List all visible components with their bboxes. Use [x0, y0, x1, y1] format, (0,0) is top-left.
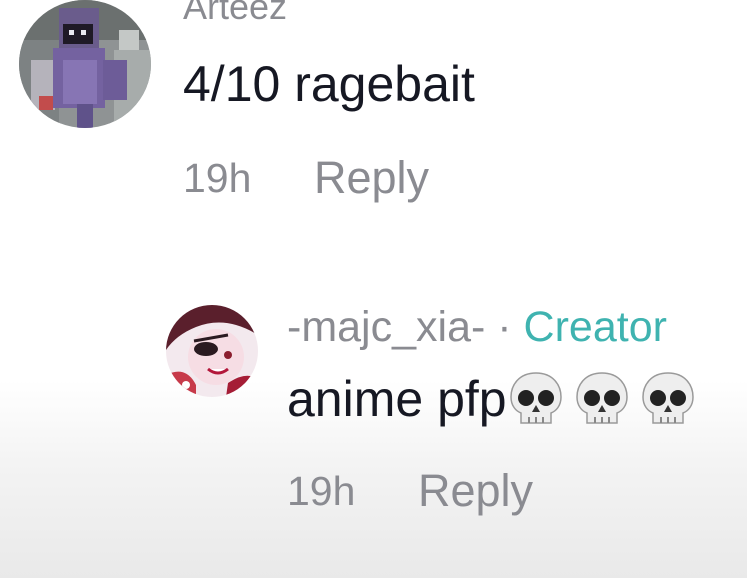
comment-text-line: anime pfp [287, 370, 705, 428]
skull-icon [573, 370, 631, 428]
reply-button[interactable]: Reply [418, 465, 533, 517]
comment-timestamp: 19h [287, 468, 356, 514]
separator: · [497, 303, 512, 351]
anime-character-avatar-icon [166, 305, 258, 397]
comment-username-line: -majc_xia- · Creator [287, 303, 667, 352]
avatar[interactable] [19, 0, 151, 128]
pixel-character-avatar-icon [19, 0, 151, 128]
comment-timestamp: 19h [183, 155, 252, 201]
comment-text: anime pfp [287, 371, 507, 427]
comment-arteez: Arteez 4/10 ragebait 19h Reply [0, 0, 747, 230]
creator-badge: Creator [523, 303, 667, 351]
comment-username[interactable]: Arteez [183, 0, 287, 28]
skull-icon [639, 370, 697, 428]
reply-button[interactable]: Reply [314, 152, 429, 204]
comment-text: 4/10 ragebait [183, 56, 475, 112]
avatar[interactable] [166, 305, 258, 397]
comment-username[interactable]: -majc_xia- [287, 303, 485, 351]
skull-icon [507, 370, 565, 428]
